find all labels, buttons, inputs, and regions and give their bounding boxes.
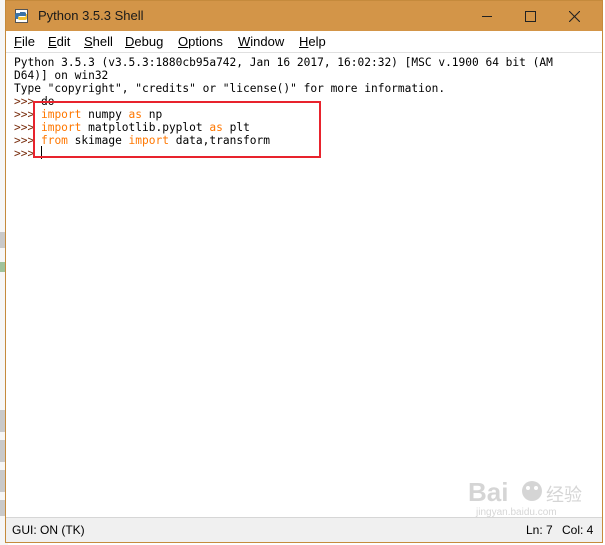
menu-mnemonic: E	[48, 34, 57, 49]
close-button[interactable]	[552, 1, 596, 31]
line-number-status: Ln: 7	[526, 523, 553, 537]
menu-label: ile	[21, 34, 35, 49]
baidu-watermark-logo: Bai 经验 jingyan.baidu.com	[468, 477, 582, 518]
menu-shell[interactable]: Shell	[84, 34, 113, 49]
shell-text-area[interactable]: Python 3.5.3 (v3.5.3:1880cb95a742, Jan 1…	[6, 52, 602, 517]
shell-input-line: >>>	[14, 147, 34, 160]
maximize-icon	[525, 11, 536, 22]
menu-debug[interactable]: Debug	[125, 34, 163, 49]
shell-prompt: >>>	[14, 121, 35, 134]
menu-mnemonic: D	[125, 34, 135, 49]
menu-options[interactable]: Options	[178, 34, 223, 49]
menu-bar: File Edit Shell Debug Options Window Hel…	[6, 31, 602, 52]
menu-edit[interactable]: Edit	[48, 34, 70, 49]
title-bar[interactable]: Python 3.5.3 Shell	[6, 1, 602, 31]
shell-prompt: >>>	[14, 108, 35, 121]
banner-line: Type "copyright", "credits" or "license(…	[14, 82, 446, 95]
maximize-button[interactable]	[508, 1, 552, 31]
menu-mnemonic: F	[14, 34, 22, 49]
menu-mnemonic: S	[84, 34, 93, 49]
menu-label: hell	[92, 34, 113, 49]
banner-line: D64)] on win32	[14, 69, 109, 82]
close-icon	[569, 11, 580, 22]
menu-help[interactable]: Help	[299, 34, 326, 49]
menu-mnemonic: O	[178, 34, 189, 49]
menu-label: dit	[56, 34, 71, 49]
shell-prompt: >>>	[14, 147, 35, 160]
menu-file[interactable]: File	[14, 34, 35, 49]
menu-mnemonic: W	[238, 34, 251, 49]
menu-label: elp	[308, 34, 326, 49]
watermark-url: jingyan.baidu.com	[475, 507, 557, 518]
menu-label: ebug	[134, 34, 164, 49]
menu-label: ptions	[188, 34, 223, 49]
minimize-button[interactable]	[465, 1, 509, 31]
status-bar: GUI: ON (TK) Ln: 7 Col: 4	[6, 517, 602, 542]
shell-prompt: >>>	[14, 134, 35, 147]
menu-mnemonic: H	[299, 34, 309, 49]
column-number-status: Col: 4	[562, 523, 594, 537]
python-icon	[15, 9, 28, 23]
window-title: Python 3.5.3 Shell	[38, 8, 144, 23]
banner-line: Python 3.5.3 (v3.5.3:1880cb95a742, Jan 1…	[14, 56, 553, 69]
watermark-brand-cn: 经验	[546, 485, 582, 506]
idle-shell-window: Python 3.5.3 Shell File Edit Shell Debug…	[5, 0, 603, 543]
shell-prompt: >>>	[14, 95, 35, 108]
gui-status: GUI: ON (TK)	[12, 523, 85, 537]
menu-label: indow	[250, 34, 285, 49]
menu-window[interactable]: Window	[238, 34, 284, 49]
watermark-brand: Bai	[468, 477, 508, 507]
highlight-annotation-box	[33, 101, 321, 158]
minimize-icon	[482, 16, 492, 17]
